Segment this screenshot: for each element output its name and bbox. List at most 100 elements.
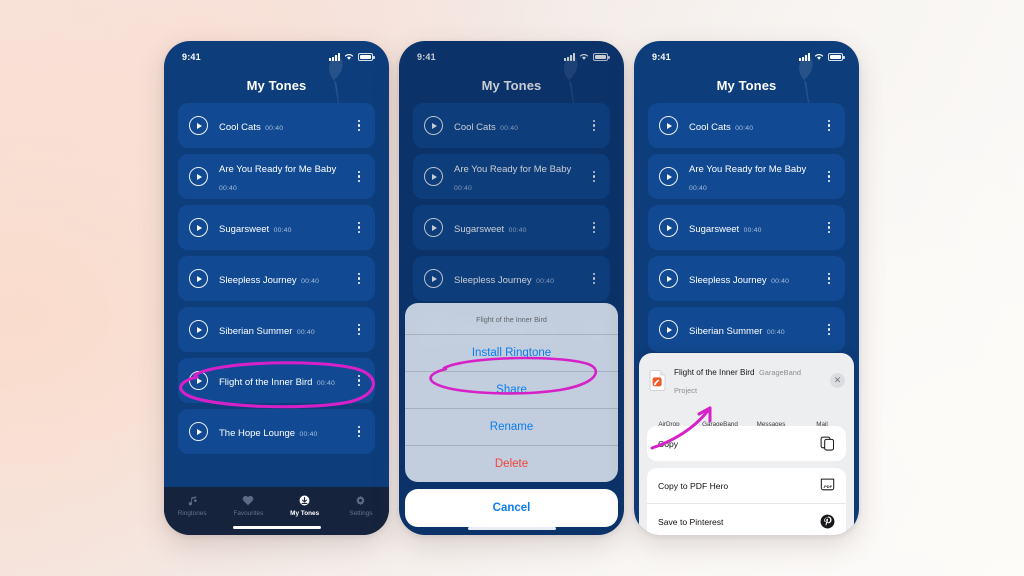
tone-meta: Cool Cats 00:40: [219, 117, 353, 135]
table-row[interactable]: Cool Cats 00:40: [178, 103, 375, 148]
page-title: My Tones: [246, 77, 307, 93]
share-sheet-header: Flight of the Inner Bird GarageBand Proj…: [639, 353, 854, 406]
play-icon[interactable]: [659, 116, 678, 135]
tab-favourites[interactable]: Favourites: [224, 494, 272, 517]
pinterest-icon: [819, 513, 836, 530]
table-row[interactable]: Siberian Summer 00:40: [648, 307, 845, 352]
status-bar: 9:41: [634, 41, 859, 67]
signal-icon: [329, 53, 340, 61]
tone-duration: 00:40: [296, 328, 315, 336]
tab-label: My Tones: [290, 510, 320, 517]
action-sheet-title: Flight of the Inner Bird: [476, 315, 547, 324]
phone-screen-share-sheet: 9:41 My Tones Cool Cats 00:40 Are You Re…: [634, 41, 859, 535]
action-share[interactable]: Share: [405, 371, 618, 408]
tone-title: Flight of the Inner Bird: [219, 376, 313, 388]
action-install-ringtone[interactable]: Install Ringtone: [405, 334, 618, 371]
more-options-icon[interactable]: [353, 218, 365, 237]
bottom-tab-bar: Ringtones Favourites My Tones Settings: [164, 487, 389, 535]
action-sheet: Flight of the Inner Bird Install Rington…: [405, 303, 618, 527]
page-header: My Tones: [634, 55, 859, 125]
play-icon[interactable]: [659, 218, 678, 237]
status-icons: [329, 53, 375, 61]
more-options-icon[interactable]: [823, 269, 835, 288]
more-options-icon[interactable]: [353, 320, 365, 339]
play-icon[interactable]: [189, 269, 208, 288]
play-icon[interactable]: [659, 320, 678, 339]
status-time: 9:41: [652, 52, 671, 62]
tab-my-tones[interactable]: My Tones: [281, 494, 329, 517]
more-options-icon[interactable]: [353, 269, 365, 288]
play-icon[interactable]: [189, 167, 208, 186]
tone-duration: 00:40: [273, 226, 292, 234]
garageband-document-icon: [649, 369, 666, 391]
wifi-icon: [344, 53, 354, 61]
more-options-icon[interactable]: [823, 116, 835, 135]
copy-icon: [819, 435, 836, 452]
play-icon[interactable]: [189, 320, 208, 339]
table-row[interactable]: Sugarsweet 00:40: [648, 205, 845, 250]
home-indicator: [232, 525, 321, 529]
table-row-highlighted[interactable]: Flight of the Inner Bird 00:40: [178, 358, 375, 403]
tone-duration: 00:40: [766, 328, 785, 336]
tone-title: Sugarsweet: [689, 223, 740, 235]
heart-icon: [242, 494, 254, 507]
share-action-copy-to-pdf-hero[interactable]: Copy to PDF Hero .PDF: [647, 468, 846, 503]
tab-ringtones[interactable]: Ringtones: [168, 494, 216, 517]
gear-icon: [355, 494, 366, 507]
tone-title: Sugarsweet: [219, 223, 270, 235]
action-rename[interactable]: Rename: [405, 408, 618, 445]
table-row[interactable]: Sleepless Journey 00:40: [648, 256, 845, 301]
home-indicator: [467, 526, 556, 530]
play-icon[interactable]: [189, 371, 208, 390]
tab-settings[interactable]: Settings: [337, 494, 385, 517]
tone-meta: Sleepless Journey 00:40: [689, 270, 823, 288]
more-options-icon[interactable]: [353, 371, 365, 390]
play-icon[interactable]: [189, 218, 208, 237]
table-row[interactable]: Cool Cats 00:40: [648, 103, 845, 148]
tone-title: Sleepless Journey: [219, 274, 297, 286]
tone-meta: Flight of the Inner Bird 00:40: [219, 372, 353, 390]
table-row[interactable]: Siberian Summer 00:40: [178, 307, 375, 352]
tone-duration: 00:40: [743, 226, 762, 234]
battery-icon: [358, 53, 375, 61]
share-app-row: AirDrop GarageBand Messages Mail: [639, 406, 854, 426]
tone-duration: 00:40: [219, 184, 238, 192]
screen-1: 9:41 My Tones Cool Cats 00:40 Are You Re…: [164, 41, 389, 535]
more-options-icon[interactable]: [823, 320, 835, 339]
tone-title: Sleepless Journey: [689, 274, 767, 286]
status-bar: 9:41: [164, 41, 389, 67]
tab-label: Ringtones: [177, 510, 207, 517]
tone-duration: 00:40: [771, 277, 790, 285]
play-icon[interactable]: [659, 269, 678, 288]
play-icon[interactable]: [659, 167, 678, 186]
wifi-icon: [814, 53, 824, 61]
more-options-icon[interactable]: [353, 167, 365, 186]
share-action-save-to-pinterest[interactable]: Save to Pinterest: [647, 503, 846, 535]
play-icon[interactable]: [189, 116, 208, 135]
action-sheet-group: Flight of the Inner Bird Install Rington…: [405, 303, 618, 482]
table-row[interactable]: Sugarsweet 00:40: [178, 205, 375, 250]
action-label: Copy: [658, 438, 679, 449]
tone-meta: Sleepless Journey 00:40: [219, 270, 353, 288]
status-time: 9:41: [182, 52, 201, 62]
tone-meta: Siberian Summer 00:40: [689, 321, 823, 339]
more-options-icon[interactable]: [823, 167, 835, 186]
action-delete[interactable]: Delete: [405, 445, 618, 482]
table-row[interactable]: Are You Ready for Me Baby 00:40: [178, 154, 375, 199]
more-options-icon[interactable]: [823, 218, 835, 237]
tone-meta: Are You Ready for Me Baby 00:40: [219, 159, 353, 195]
more-options-icon[interactable]: [353, 116, 365, 135]
more-options-icon[interactable]: [353, 422, 365, 441]
tone-meta: Sugarsweet 00:40: [219, 219, 353, 237]
table-row[interactable]: Are You Ready for Me Baby 00:40: [648, 154, 845, 199]
close-icon[interactable]: ✕: [830, 372, 845, 388]
cancel-button[interactable]: Cancel: [405, 489, 618, 527]
play-icon[interactable]: [189, 422, 208, 441]
share-action-copy[interactable]: Copy: [647, 426, 846, 461]
table-row[interactable]: The Hope Lounge 00:40: [178, 409, 375, 454]
tone-title: Siberian Summer: [689, 325, 763, 337]
tone-title: The Hope Lounge: [219, 427, 296, 439]
page-header: My Tones: [164, 55, 389, 125]
tone-meta: Are You Ready for Me Baby 00:40: [689, 159, 823, 195]
table-row[interactable]: Sleepless Journey 00:40: [178, 256, 375, 301]
